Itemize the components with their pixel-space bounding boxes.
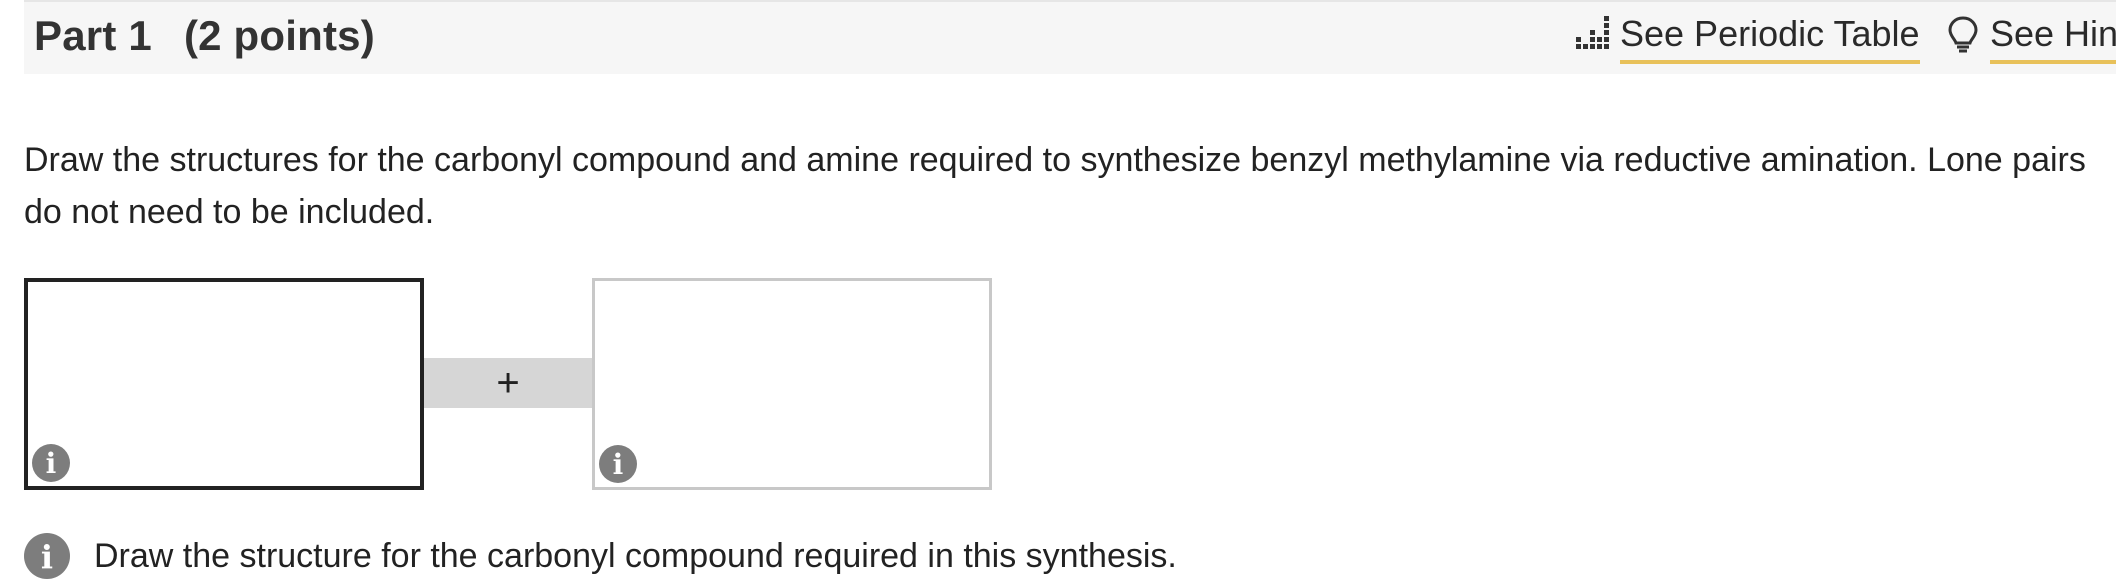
see-periodic-table-label: See Periodic Table — [1620, 12, 1920, 64]
info-glyph: i — [40, 538, 54, 576]
question-text: Draw the structures for the carbonyl com… — [24, 141, 2086, 231]
plus-connector: + — [424, 358, 592, 408]
lightbulb-icon — [1944, 14, 1982, 54]
see-hint-label: See Hin — [1990, 12, 2116, 64]
info-icon: i — [24, 533, 70, 579]
points-label: (2 points) — [183, 12, 375, 59]
amine-drawing-canvas[interactable]: i — [592, 278, 992, 490]
drawing-instruction-text: Draw the structure for the carbonyl comp… — [94, 536, 1177, 575]
part-title: Part 1 (2 points) — [34, 12, 375, 60]
periodic-table-icon — [1574, 14, 1612, 54]
plus-symbol: + — [496, 360, 520, 405]
drawing-instruction: i Draw the structure for the carbonyl co… — [24, 532, 1177, 580]
info-glyph: i — [612, 448, 624, 481]
info-icon[interactable]: i — [32, 444, 70, 482]
carbonyl-drawing-canvas[interactable]: i — [24, 278, 424, 490]
info-icon[interactable]: i — [599, 445, 637, 483]
see-hint-link[interactable]: See Hin — [1944, 12, 2116, 66]
see-periodic-table-link[interactable]: See Periodic Table — [1574, 12, 1920, 66]
part-header: Part 1 (2 points) See Periodic Table See… — [24, 0, 2116, 74]
question-page: Part 1 (2 points) See Periodic Table See… — [0, 0, 2116, 584]
info-glyph: i — [45, 447, 57, 480]
part-label: Part 1 — [34, 12, 152, 59]
